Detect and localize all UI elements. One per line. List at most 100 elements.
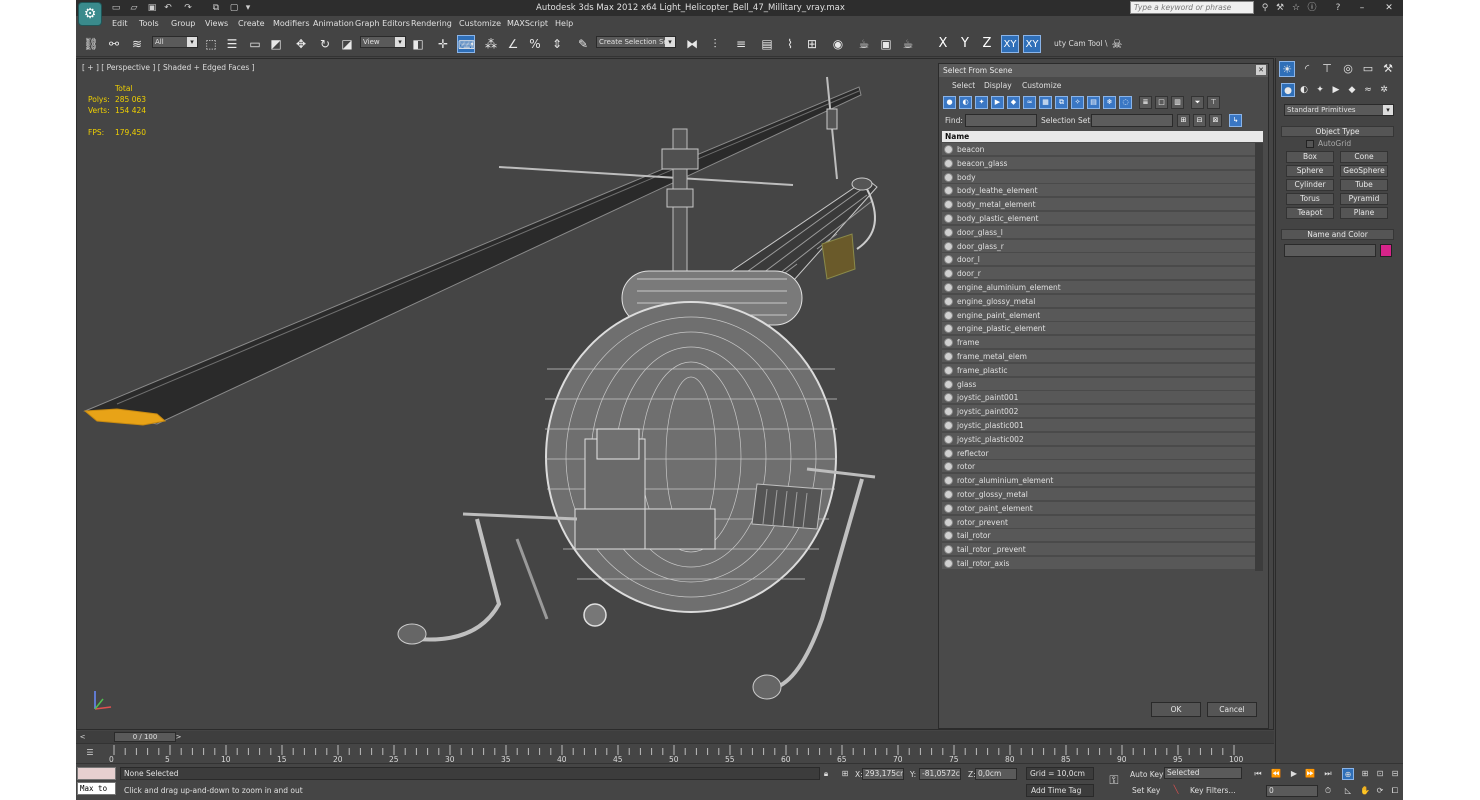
menu-group[interactable]: Group xyxy=(171,19,195,28)
select-object-icon[interactable]: ⬚ xyxy=(202,35,220,53)
add-time-tag[interactable]: Add Time Tag xyxy=(1026,784,1094,797)
list-item[interactable]: tail_rotor_axis xyxy=(942,557,1255,570)
spinner-snap-icon[interactable]: ⇕ xyxy=(548,35,566,53)
display-space-warps-icon[interactable]: ≈ xyxy=(1023,96,1036,109)
display-containers-icon[interactable]: ▤ xyxy=(1087,96,1100,109)
selection-region-icon[interactable]: ▭ xyxy=(246,35,264,53)
restrict-y-button[interactable]: Y xyxy=(956,35,974,53)
maxscript-input[interactable]: Max to xyxy=(77,782,116,795)
zoom-extents-icon[interactable]: ⊡ xyxy=(1374,768,1386,780)
binoculars-icon[interactable]: ⚲ xyxy=(1259,2,1271,14)
list-item[interactable]: door_glass_r xyxy=(942,239,1255,253)
scene-list-scrollbar[interactable] xyxy=(1255,143,1263,571)
primitive-category-dropdown[interactable]: Standard Primitives ▾ xyxy=(1284,104,1394,116)
selection-set-dropdown[interactable] xyxy=(1091,114,1173,127)
cone-button[interactable]: Cone xyxy=(1340,151,1388,163)
go-to-start-icon[interactable]: ⏮ xyxy=(1252,768,1264,780)
display-geometry-icon[interactable]: ● xyxy=(943,96,956,109)
sphere-button[interactable]: Sphere xyxy=(1286,165,1334,177)
shapes-category-icon[interactable]: ◐ xyxy=(1297,83,1311,97)
list-item[interactable]: door_r xyxy=(942,267,1255,281)
list-item[interactable]: tail_rotor _prevent xyxy=(942,543,1255,557)
list-item[interactable]: body_leathe_element xyxy=(942,184,1255,198)
scale-icon[interactable]: ◪ xyxy=(338,35,356,53)
key-icon[interactable]: ⚿ xyxy=(1104,774,1124,786)
help-search-input[interactable]: Type a keyword or phrase xyxy=(1130,1,1254,14)
next-frame-icon[interactable]: ⏩ xyxy=(1304,768,1316,780)
find-input[interactable] xyxy=(965,114,1037,127)
list-item[interactable]: frame_plastic xyxy=(942,363,1255,377)
time-slider[interactable]: < 0 / 100 > xyxy=(76,731,1274,743)
info-icon[interactable]: ⓘ xyxy=(1306,2,1318,14)
rotate-icon[interactable]: ↻ xyxy=(316,35,334,53)
list-item[interactable]: door_glass_l xyxy=(942,225,1255,239)
sync-selection-icon[interactable]: ↳ xyxy=(1229,114,1242,127)
list-item[interactable]: joystic_plastic002 xyxy=(942,432,1255,446)
box-button[interactable]: Box xyxy=(1286,151,1334,163)
set-key-button[interactable]: Set Key xyxy=(1132,786,1160,795)
skull-icon[interactable]: ☠ xyxy=(1108,35,1126,53)
track-bar[interactable]: ☰ 0 5 10 15 20 25 30 35 40 45 50 55 60 65 70 75 80 85 90 95… xyxy=(76,743,1274,764)
move-icon[interactable]: ✥ xyxy=(292,35,310,53)
maximize-viewport-icon[interactable]: ⧠ xyxy=(1389,785,1401,797)
dialog-menu-display[interactable]: Display xyxy=(984,81,1012,90)
menu-edit[interactable]: Edit xyxy=(112,19,128,28)
zoom-all-icon[interactable]: ⊞ xyxy=(1359,768,1371,780)
display-tab-icon[interactable]: ▭ xyxy=(1360,61,1376,77)
schematic-view-icon[interactable]: ⊞ xyxy=(803,35,821,53)
display-bones-icon[interactable]: ✧ xyxy=(1071,96,1084,109)
time-slider-next-icon[interactable]: > xyxy=(174,732,183,742)
time-slider-thumb[interactable]: 0 / 100 xyxy=(114,732,176,742)
menu-modifiers[interactable]: Modifiers xyxy=(273,19,310,28)
list-item[interactable]: engine_paint_element xyxy=(942,308,1255,322)
cylinder-button[interactable]: Cylinder xyxy=(1286,179,1334,191)
menu-views[interactable]: Views xyxy=(205,19,228,28)
list-item[interactable]: beacon xyxy=(942,143,1255,156)
menu-help[interactable]: Help xyxy=(555,19,573,28)
display-groups-icon[interactable]: ▦ xyxy=(1039,96,1052,109)
pan-view-icon[interactable]: ✋ xyxy=(1359,785,1371,797)
list-item[interactable]: rotor_aluminium_element xyxy=(942,474,1255,488)
snaps-toggle-icon[interactable]: ⁂ xyxy=(482,35,500,53)
selection-lock-icon[interactable]: 🔒︎ xyxy=(820,768,832,780)
edit-named-selection-icon[interactable]: ✎ xyxy=(574,35,592,53)
list-item[interactable]: frame xyxy=(942,336,1255,350)
plane-button[interactable]: Plane xyxy=(1340,207,1388,219)
angle-snap-icon[interactable]: ∠ xyxy=(504,35,522,53)
space-warps-category-icon[interactable]: ≈ xyxy=(1361,83,1375,97)
menu-rendering[interactable]: Rendering xyxy=(411,19,452,28)
object-name-field[interactable] xyxy=(1284,244,1376,257)
list-item[interactable]: reflector xyxy=(942,446,1255,460)
previous-frame-icon[interactable]: ⏪ xyxy=(1270,768,1282,780)
list-item[interactable]: beacon_glass xyxy=(942,156,1255,170)
y-coord-field[interactable]: -81,0572cr xyxy=(919,768,961,780)
helpers-category-icon[interactable]: ◆ xyxy=(1345,83,1359,97)
hierarchy-tab-icon[interactable]: ⊤ xyxy=(1319,61,1335,77)
z-coord-field[interactable]: 0,0cm xyxy=(975,768,1017,780)
select-by-name-icon[interactable]: ☰ xyxy=(223,35,241,53)
link-icon[interactable]: ⛓ xyxy=(82,35,100,53)
list-item[interactable]: joystic_paint001 xyxy=(942,391,1255,405)
display-invert-icon[interactable]: ▥ xyxy=(1171,96,1184,109)
list-item[interactable]: joystic_paint002 xyxy=(942,405,1255,419)
undo-icon[interactable]: ↶ xyxy=(162,2,174,14)
select-and-manipulate-icon[interactable]: ✛ xyxy=(434,35,452,53)
star-icon[interactable]: ☆ xyxy=(1290,2,1302,14)
display-lights-icon[interactable]: ✦ xyxy=(975,96,988,109)
create-tab-icon[interactable]: ☀ xyxy=(1279,61,1295,77)
menu-customize[interactable]: Customize xyxy=(459,19,501,28)
menu-tools[interactable]: Tools xyxy=(139,19,159,28)
list-item[interactable]: door_l xyxy=(942,253,1255,267)
redo-icon[interactable]: ↷ xyxy=(182,2,194,14)
pyramid-button[interactable]: Pyramid xyxy=(1340,193,1388,205)
rendered-frame-window-icon[interactable]: ▣ xyxy=(877,35,895,53)
select-all-icon[interactable]: ⊞ xyxy=(1177,114,1190,127)
keyboard-shortcut-override-icon[interactable]: ⌨ xyxy=(457,35,475,53)
list-item[interactable]: engine_plastic_element xyxy=(942,322,1255,336)
menu-graph-editors[interactable]: Graph Editors xyxy=(355,19,410,28)
app-menu-logo-icon[interactable]: ⚙ xyxy=(78,2,102,26)
display-all-icon[interactable]: ≣ xyxy=(1139,96,1152,109)
menu-create[interactable]: Create xyxy=(238,19,265,28)
list-item[interactable]: frame_metal_elem xyxy=(942,350,1255,363)
render-setup-icon[interactable]: ☕ xyxy=(855,35,873,53)
